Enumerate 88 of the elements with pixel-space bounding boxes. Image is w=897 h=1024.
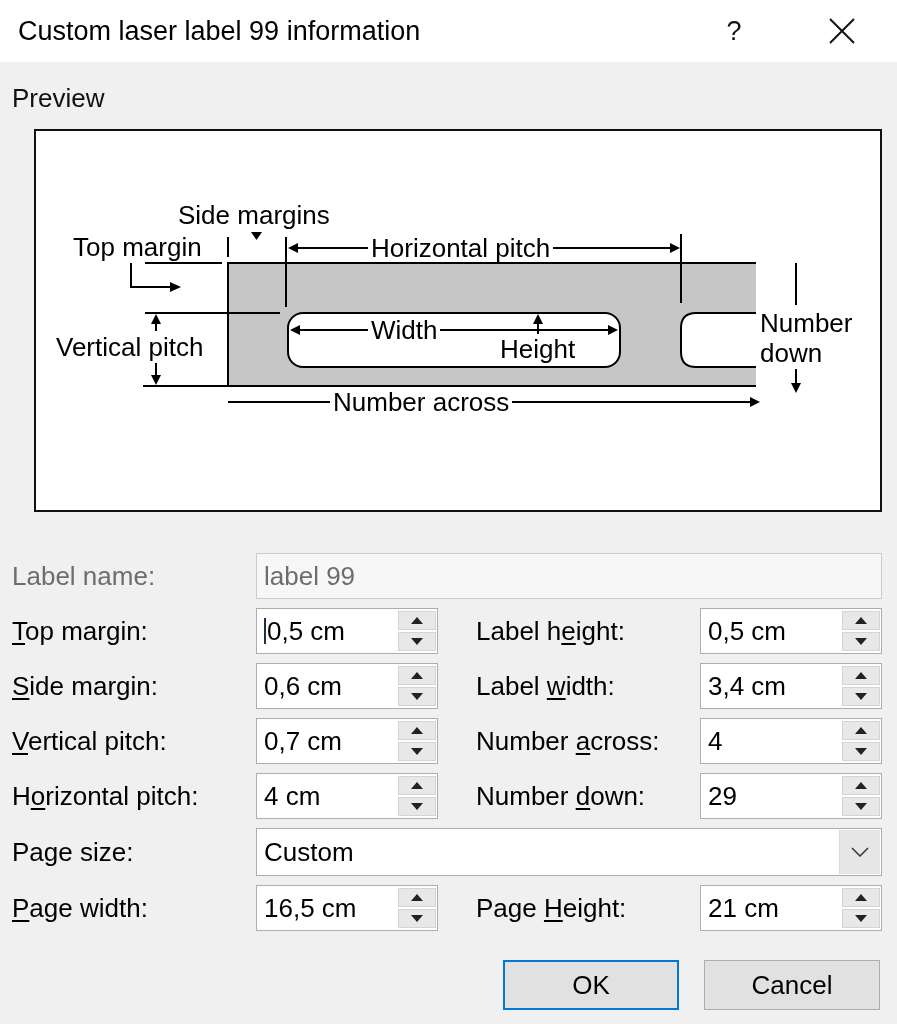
up-triangle-icon bbox=[855, 672, 867, 679]
up-triangle-icon bbox=[411, 727, 423, 734]
extension-line bbox=[680, 233, 682, 304]
down-triangle-icon bbox=[855, 803, 867, 810]
diagram-label: Height bbox=[500, 336, 576, 362]
down-triangle-icon bbox=[411, 638, 423, 645]
spin-up-button[interactable] bbox=[398, 611, 436, 630]
spin-box[interactable]: 21 cm bbox=[700, 885, 882, 931]
spin-down-button[interactable] bbox=[842, 687, 880, 706]
down-arrow bbox=[791, 368, 801, 393]
field-label: Number down: bbox=[475, 780, 647, 812]
up-triangle-icon bbox=[411, 782, 423, 789]
spin-down-button[interactable] bbox=[398, 909, 436, 928]
diagram-label: Top margin bbox=[73, 232, 202, 262]
down-arrow bbox=[151, 362, 161, 385]
spin-box[interactable]: 29 bbox=[700, 773, 882, 819]
spin-down-button[interactable] bbox=[842, 632, 880, 651]
spin-up-button[interactable] bbox=[398, 666, 436, 685]
field-label: Page size: bbox=[12, 836, 135, 868]
help-button[interactable]: ? bbox=[708, 9, 760, 53]
spin-box[interactable]: 3,4 cm bbox=[700, 663, 882, 709]
spin-box[interactable]: 0,6 cm bbox=[256, 663, 438, 709]
spin-box[interactable]: 0,7 cm bbox=[256, 718, 438, 764]
down-triangle-icon bbox=[855, 915, 867, 922]
up-triangle-icon bbox=[855, 782, 867, 789]
dialog-button[interactable]: Cancel bbox=[704, 960, 880, 1010]
spin-up-button[interactable] bbox=[842, 888, 880, 907]
spin-box[interactable]: 4 cm bbox=[256, 773, 438, 819]
diagram-label: Number down bbox=[760, 308, 854, 368]
spin-box[interactable]: 0,5 cm bbox=[256, 608, 438, 654]
spin-box[interactable]: 4 bbox=[700, 718, 882, 764]
down-triangle-icon bbox=[411, 915, 423, 922]
section-title: Preview bbox=[11, 85, 106, 111]
spin-down-button[interactable] bbox=[842, 742, 880, 761]
field-label: Vertical pitch: bbox=[12, 725, 168, 757]
down-triangle-icon bbox=[855, 693, 867, 700]
field-label: Number across: bbox=[475, 725, 661, 757]
field-label: Label name: bbox=[12, 560, 157, 592]
up-triangle-icon bbox=[855, 727, 867, 734]
spin-down-button[interactable] bbox=[398, 797, 436, 816]
spin-down-button[interactable] bbox=[398, 632, 436, 651]
field-label: Side margin: bbox=[12, 670, 159, 702]
field-label: Horizontal pitch: bbox=[12, 780, 200, 812]
spin-up-button[interactable] bbox=[842, 776, 880, 795]
up-triangle-icon bbox=[411, 617, 423, 624]
diagram-label: Number across bbox=[333, 387, 510, 417]
down-arrowhead-icon bbox=[251, 232, 262, 240]
up-triangle-icon bbox=[411, 672, 423, 679]
up-triangle-icon bbox=[855, 617, 867, 624]
down-triangle-icon bbox=[855, 638, 867, 645]
spin-up-button[interactable] bbox=[842, 611, 880, 630]
spin-up-button[interactable] bbox=[398, 888, 436, 907]
down-triangle-icon bbox=[411, 748, 423, 755]
extension-line bbox=[227, 236, 229, 258]
diagram-label: Vertical pitch bbox=[56, 332, 204, 362]
dialog-button[interactable]: OK bbox=[503, 960, 679, 1010]
field-label: Page width: bbox=[12, 892, 149, 924]
spin-up-button[interactable] bbox=[398, 776, 436, 795]
close-icon bbox=[829, 18, 855, 44]
window-title: Custom laser label 99 information bbox=[18, 15, 422, 47]
spin-up-button[interactable] bbox=[842, 721, 880, 740]
field-label: Page Height: bbox=[475, 892, 628, 924]
field-label: Top margin: bbox=[12, 615, 149, 647]
spin-down-button[interactable] bbox=[842, 797, 880, 816]
diagram-label: Side margins bbox=[178, 200, 330, 230]
up-arrow bbox=[151, 314, 161, 332]
up-triangle-icon bbox=[411, 894, 423, 901]
dropdown[interactable]: Custom bbox=[256, 828, 882, 876]
extension-line bbox=[285, 236, 287, 308]
bent-arrow bbox=[130, 262, 181, 292]
diagram-label: Width bbox=[371, 315, 438, 345]
spin-down-button[interactable] bbox=[398, 742, 436, 761]
down-triangle-icon bbox=[411, 803, 423, 810]
diagram-label: Horizontal pitch bbox=[371, 233, 551, 263]
down-triangle-icon bbox=[411, 693, 423, 700]
spin-down-button[interactable] bbox=[398, 687, 436, 706]
field-label: Label width: bbox=[475, 670, 616, 702]
down-triangle-icon bbox=[855, 748, 867, 755]
spin-down-button[interactable] bbox=[842, 909, 880, 928]
spin-box[interactable]: 16,5 cm bbox=[256, 885, 438, 931]
dimension-line bbox=[795, 262, 797, 306]
dropdown-button[interactable] bbox=[839, 830, 880, 874]
spin-up-button[interactable] bbox=[842, 666, 880, 685]
spin-up-button[interactable] bbox=[398, 721, 436, 740]
spin-box[interactable]: 0,5 cm bbox=[700, 608, 882, 654]
up-triangle-icon bbox=[855, 894, 867, 901]
chevron-down-icon bbox=[851, 847, 869, 857]
field-label: Label height: bbox=[475, 615, 626, 647]
